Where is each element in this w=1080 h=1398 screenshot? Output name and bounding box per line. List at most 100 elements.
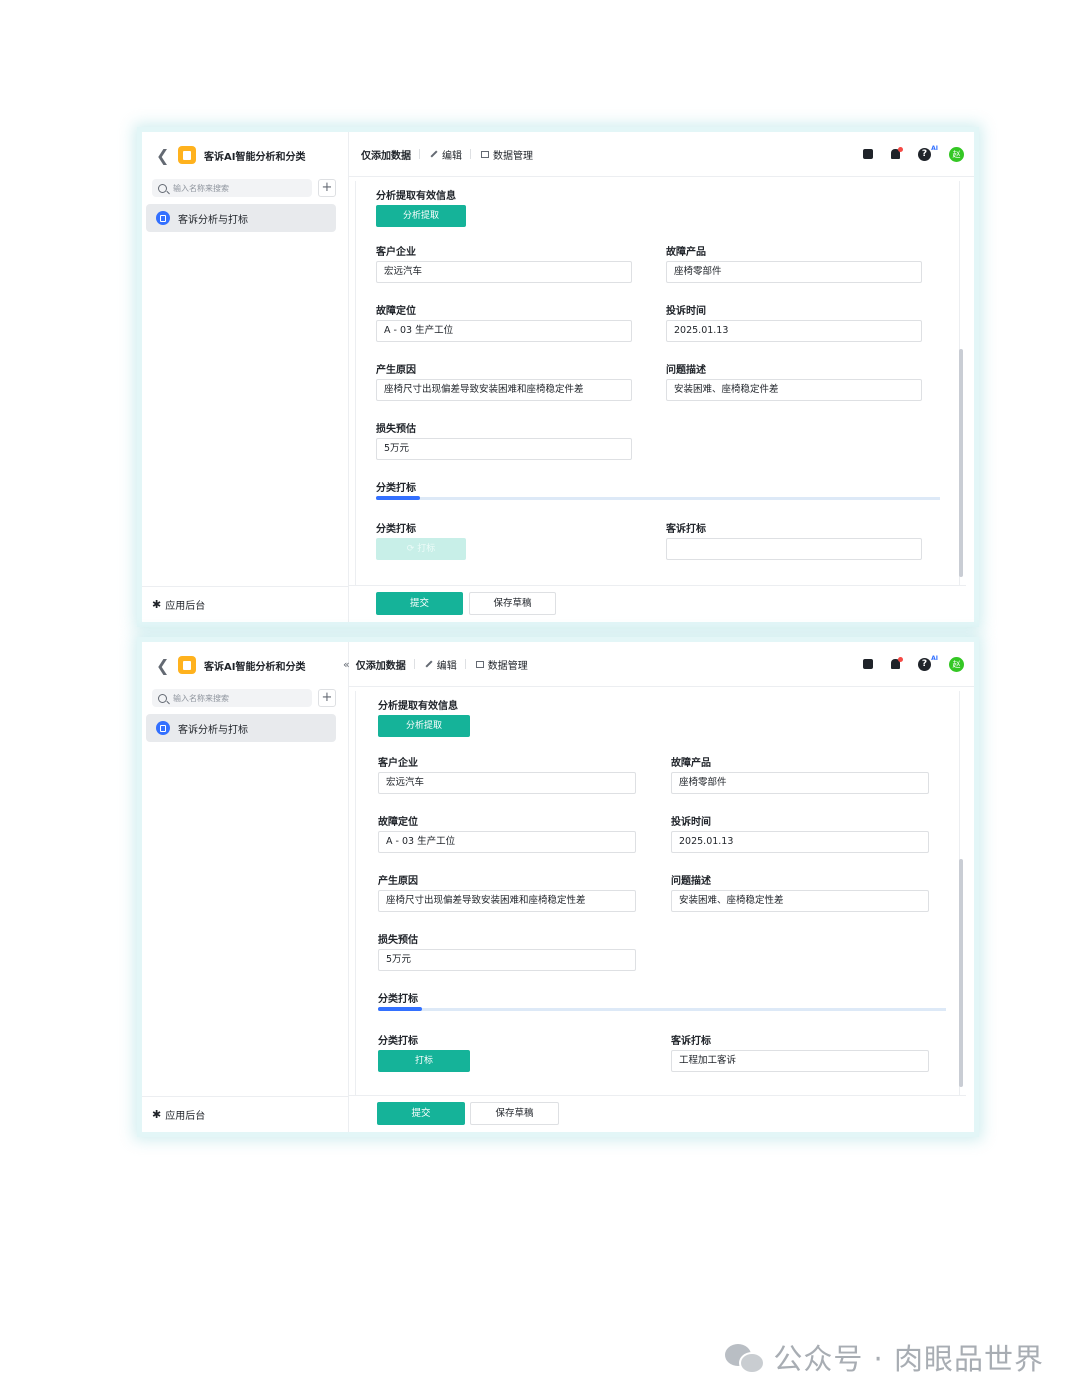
app-title: 客诉AI智能分析和分类 — [204, 661, 306, 673]
scrollbar[interactable] — [959, 349, 963, 577]
data-manage-label: 数据管理 — [493, 150, 533, 162]
complaint-tag-input[interactable] — [666, 538, 922, 560]
field-label-product: 故障产品 — [671, 758, 711, 769]
analyze-button[interactable]: 分析提取 — [376, 205, 466, 227]
app-backend-label: 应用后台 — [165, 601, 206, 612]
help-icon[interactable]: ? AI — [918, 655, 938, 671]
field-input-customer[interactable]: 宏远汽车 — [378, 772, 636, 794]
data-manage-label: 数据管理 — [487, 660, 528, 672]
field-label-customer: 客户企业 — [378, 758, 418, 769]
data-manage-button[interactable]: 数据管理 — [475, 657, 528, 672]
pencil-icon — [425, 660, 433, 668]
search-input[interactable] — [171, 182, 295, 194]
sidebar-item-label: 客诉分析与打标 — [178, 214, 248, 226]
avatar[interactable]: 赵 — [949, 146, 964, 162]
edit-label: 编辑 — [442, 150, 462, 162]
field-label-customer: 客户企业 — [376, 247, 416, 258]
table-icon — [475, 660, 484, 668]
submit-button[interactable]: 提交 — [377, 1102, 465, 1125]
save-draft-button[interactable]: 保存草稿 — [470, 1102, 559, 1125]
field-input-time[interactable]: 2025.01.13 — [666, 320, 922, 342]
form-card: 分析提取有效信息 分析提取 客户企业 宏远汽车 故障产品 座椅零部件 故障定位 … — [355, 691, 963, 1096]
search-input[interactable] — [171, 692, 295, 704]
app-backend-link[interactable]: ✱ 应用后台 — [142, 586, 348, 622]
app-bookmark-icon — [178, 146, 196, 164]
field-input-product[interactable]: 座椅零部件 — [666, 261, 922, 283]
top-toolbar: « 仅添加数据 编辑 数据管理 ? AI 赵 — [343, 642, 974, 687]
avatar[interactable]: 赵 — [949, 656, 964, 672]
complaint-tag-label: 客诉打标 — [666, 524, 706, 535]
book-icon[interactable] — [863, 659, 873, 669]
ai-badge: AI — [931, 654, 938, 662]
field-label-loss: 损失预估 — [378, 935, 418, 946]
add-button[interactable]: + — [318, 179, 336, 197]
divider — [419, 149, 420, 159]
form-card: 分析提取有效信息 分析提取 客户企业 宏远汽车 故障产品 座椅零部件 故障定位 … — [355, 181, 963, 586]
field-input-product[interactable]: 座椅零部件 — [671, 772, 929, 794]
field-label-cause: 产生原因 — [376, 365, 416, 376]
classify-button-loading[interactable]: ⟳ 打标 — [376, 538, 466, 560]
save-draft-button[interactable]: 保存草稿 — [469, 592, 556, 615]
search-icon — [158, 183, 167, 193]
field-input-location[interactable]: A - 03 生产工位 — [376, 320, 632, 342]
active-tab-indicator — [378, 1007, 422, 1011]
bell-icon[interactable] — [891, 657, 903, 669]
field-input-cause[interactable]: 座椅尺寸出现偏差导致安装困难和座椅稳定性差 — [378, 890, 636, 912]
search-icon — [158, 693, 167, 703]
divider — [470, 149, 471, 159]
field-input-description[interactable]: 安装困难、座椅稳定件差 — [666, 379, 922, 401]
back-arrow-icon[interactable]: ❮ — [156, 146, 170, 165]
field-input-cause[interactable]: 座椅尺寸出现偏差导致安装困难和座椅稳定件差 — [376, 379, 632, 401]
field-input-loss[interactable]: 5万元 — [376, 438, 632, 460]
tab-classify[interactable]: 分类打标 — [378, 990, 418, 1005]
search-box[interactable] — [152, 179, 312, 197]
help-icon[interactable]: ? AI — [918, 145, 938, 161]
gear-icon: ✱ — [152, 1108, 162, 1121]
tab-classify[interactable]: 分类打标 — [376, 479, 416, 494]
sidebar: ❮ 客诉AI智能分析和分类 + 客诉分析与打标 ✱ 应用后台 — [142, 642, 349, 1132]
field-label-location: 故障定位 — [376, 306, 416, 317]
field-input-location[interactable]: A - 03 生产工位 — [378, 831, 636, 853]
field-label-loss: 损失预估 — [376, 424, 416, 435]
field-label-time: 投诉时间 — [671, 817, 711, 828]
collapse-sidebar-icon[interactable]: « — [343, 658, 350, 671]
submit-button[interactable]: 提交 — [376, 592, 463, 615]
app-backend-link[interactable]: ✱ 应用后台 — [142, 1096, 348, 1132]
sidebar-item-complaint-analysis[interactable]: 客诉分析与打标 — [146, 204, 336, 232]
add-button[interactable]: + — [318, 689, 336, 707]
divider — [464, 659, 466, 669]
back-arrow-icon[interactable]: ❮ — [156, 656, 170, 675]
tab-add-only[interactable]: 仅添加数据 — [356, 657, 406, 672]
field-input-time[interactable]: 2025.01.13 — [671, 831, 929, 853]
field-label-product: 故障产品 — [666, 247, 706, 258]
form-footer: 提交 保存草稿 — [349, 1095, 966, 1132]
app-bookmark-icon — [178, 656, 196, 674]
document-icon — [156, 721, 170, 735]
search-box[interactable] — [152, 689, 312, 707]
complaint-tag-label: 客诉打标 — [671, 1036, 711, 1047]
watermark-text: 公众号 · 肉眼品世界 — [773, 1342, 1044, 1376]
tab-add-only[interactable]: 仅添加数据 — [361, 147, 411, 162]
field-input-customer[interactable]: 宏远汽车 — [376, 261, 632, 283]
active-tab-indicator — [376, 496, 420, 500]
top-toolbar: 仅添加数据 编辑 数据管理 ? AI 赵 — [349, 132, 974, 177]
edit-button[interactable]: 编辑 — [425, 657, 457, 672]
screenshot-2: ❮ 客诉AI智能分析和分类 + 客诉分析与打标 ✱ 应用后台 « 仅添加数据 编… — [142, 642, 974, 1132]
sidebar-item-complaint-analysis[interactable]: 客诉分析与打标 — [146, 714, 336, 742]
classify-label: 分类打标 — [378, 1036, 418, 1047]
scrollbar[interactable] — [959, 859, 963, 1087]
field-label-description: 问题描述 — [666, 365, 706, 376]
divider — [413, 659, 415, 669]
data-manage-button[interactable]: 数据管理 — [481, 147, 533, 162]
toolbar-right: ? AI 赵 — [863, 642, 964, 686]
complaint-tag-input[interactable]: 工程加工客诉 — [671, 1050, 929, 1072]
analyze-button[interactable]: 分析提取 — [378, 715, 470, 737]
watermark: 公众号 · 肉眼品世界 — [725, 1336, 1044, 1378]
classify-button[interactable]: 打标 — [378, 1050, 470, 1072]
field-input-loss[interactable]: 5万元 — [378, 949, 636, 971]
edit-button[interactable]: 编辑 — [430, 147, 462, 162]
field-input-description[interactable]: 安装困难、座椅稳定性差 — [671, 890, 929, 912]
book-icon[interactable] — [863, 149, 873, 159]
sidebar-header: ❮ 客诉AI智能分析和分类 — [156, 654, 305, 676]
bell-icon[interactable] — [891, 147, 903, 159]
